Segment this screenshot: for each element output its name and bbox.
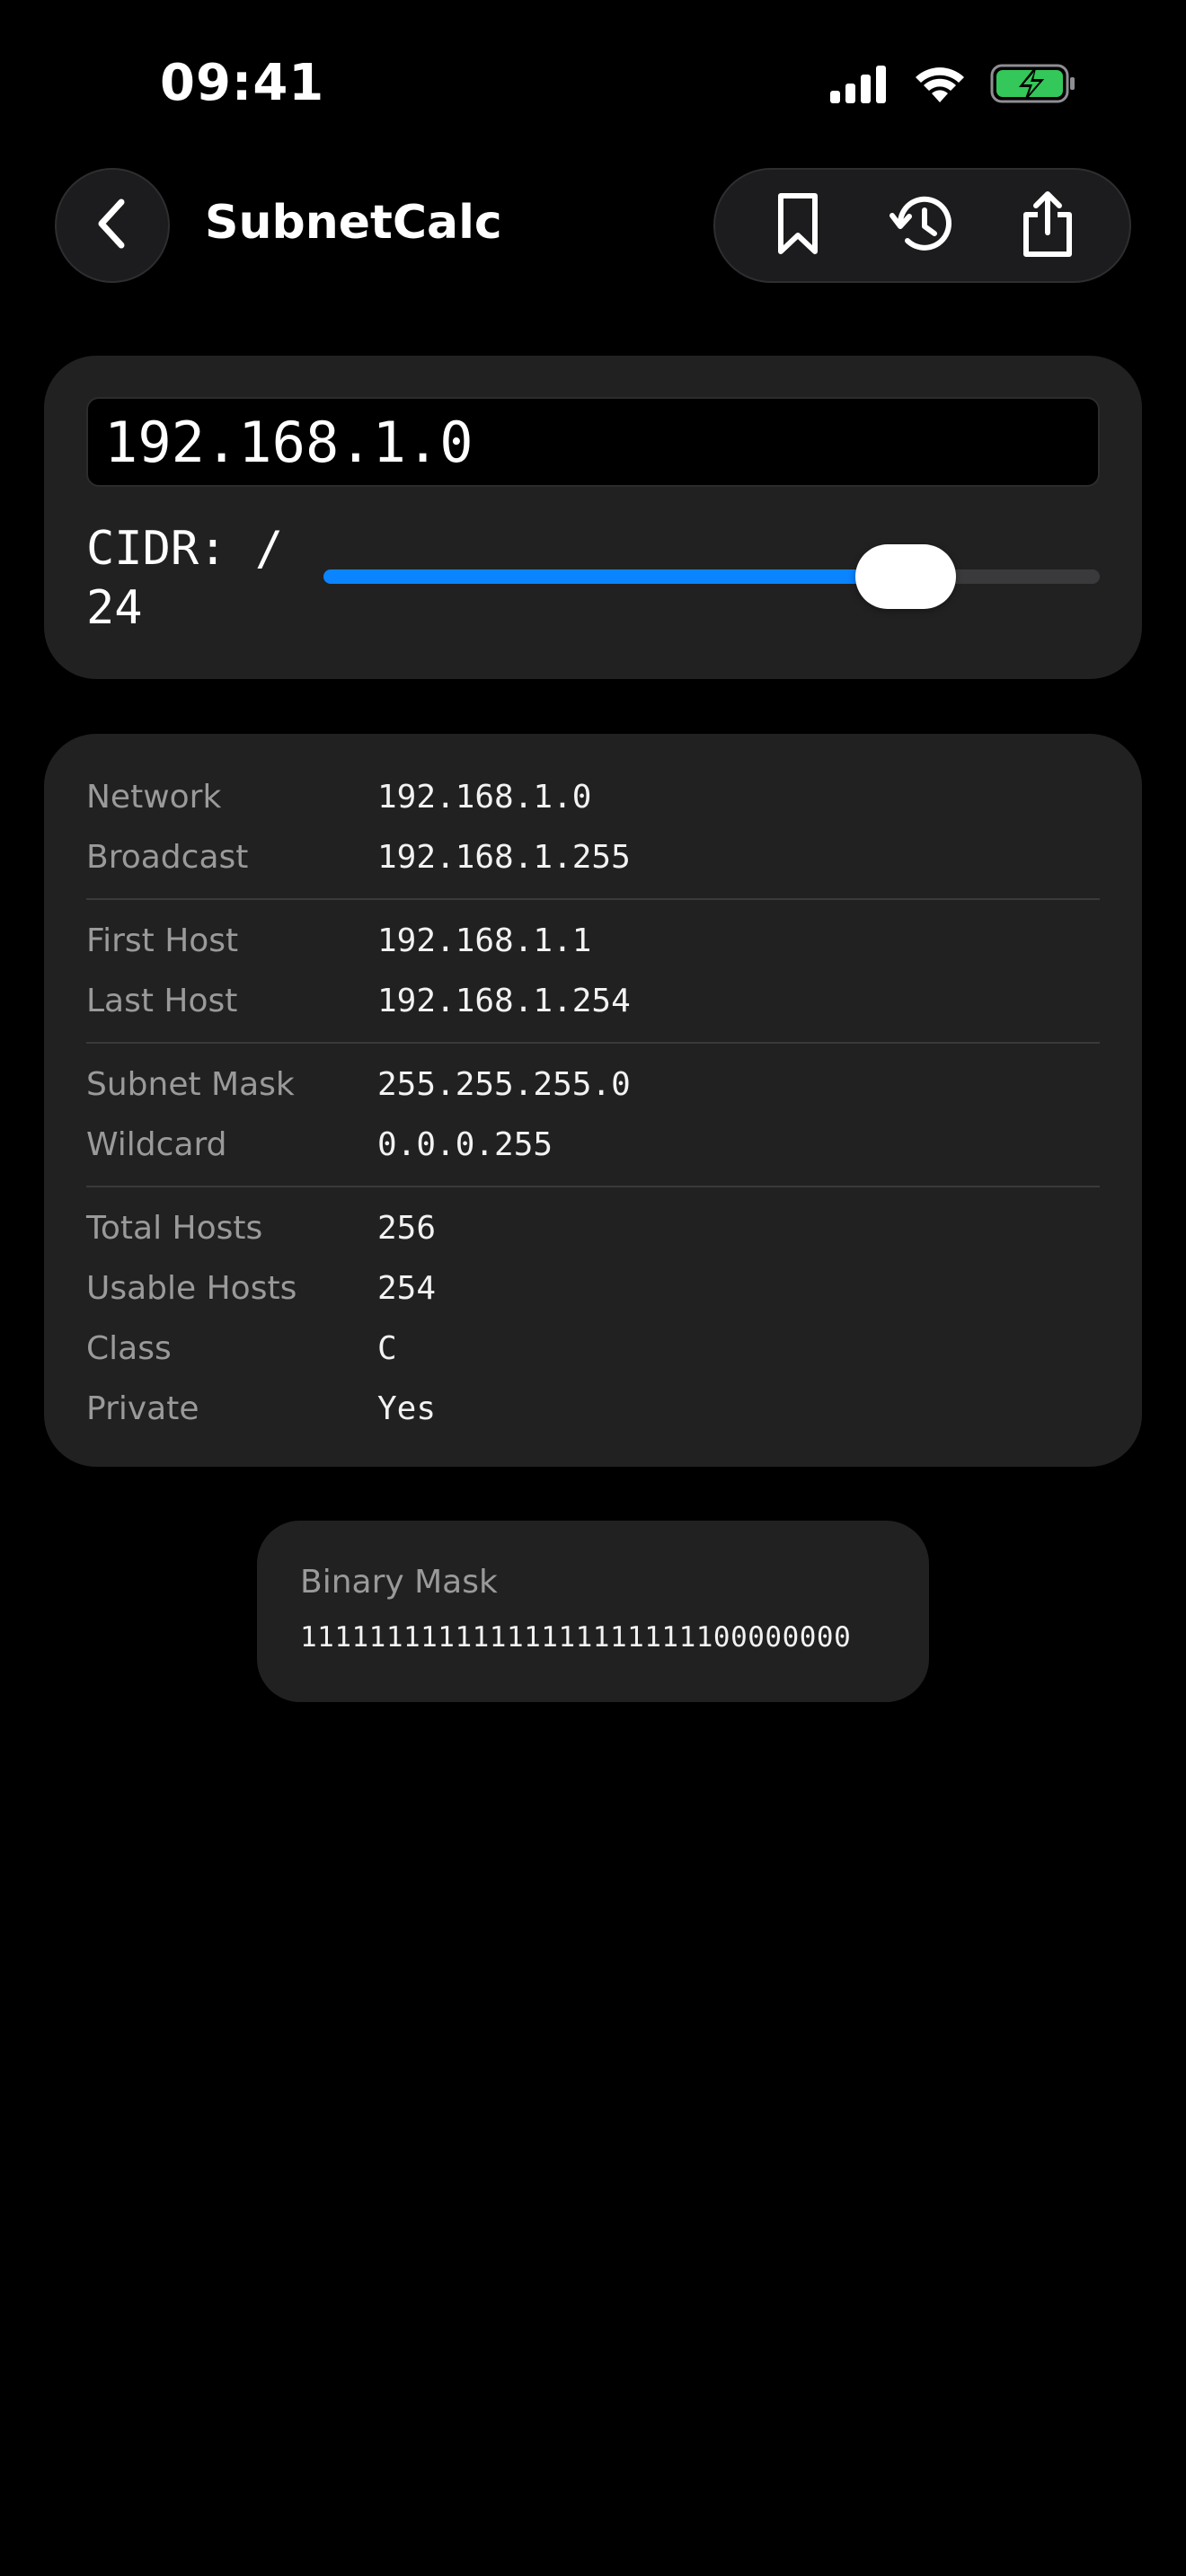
- divider: [86, 898, 1100, 900]
- binary-mask-value: 11111111111111111111111100000000: [300, 1621, 852, 1654]
- result-row-private: Private Yes: [86, 1379, 1100, 1439]
- subnet-mask-value: 255.255.255.0: [377, 1066, 631, 1103]
- wifi-icon: [913, 63, 967, 109]
- nav-actions-group: [713, 168, 1131, 283]
- broadcast-value: 192.168.1.255: [377, 839, 631, 876]
- result-row-total-hosts: Total Hosts 256: [86, 1198, 1100, 1258]
- class-value: C: [377, 1330, 397, 1367]
- share-button[interactable]: [998, 176, 1097, 275]
- results-list: Network 192.168.1.0 Broadcast 192.168.1.…: [86, 767, 1100, 1439]
- ip-address-input[interactable]: [86, 397, 1100, 487]
- binary-mask-card: Binary Mask 1111111111111111111111110000…: [257, 1521, 929, 1702]
- results-card: Network 192.168.1.0 Broadcast 192.168.1.…: [44, 734, 1142, 1467]
- private-value: Yes: [377, 1390, 437, 1427]
- usable-hosts-value: 254: [377, 1270, 437, 1307]
- slider-thumb[interactable]: [855, 544, 956, 609]
- result-row-subnet-mask: Subnet Mask 255.255.255.0: [86, 1054, 1100, 1115]
- last-host-value: 192.168.1.254: [377, 983, 631, 1019]
- result-row-usable-hosts: Usable Hosts 254: [86, 1258, 1100, 1319]
- private-label: Private: [86, 1390, 199, 1427]
- result-row-broadcast: Broadcast 192.168.1.255: [86, 827, 1100, 887]
- total-hosts-label: Total Hosts: [86, 1210, 263, 1247]
- slider-fill: [323, 569, 906, 584]
- result-row-first-host: First Host 192.168.1.1: [86, 911, 1100, 971]
- back-button[interactable]: [55, 168, 170, 283]
- result-row-last-host: Last Host 192.168.1.254: [86, 971, 1100, 1031]
- bookmark-icon: [775, 192, 820, 260]
- result-row-wildcard: Wildcard 0.0.0.255: [86, 1115, 1100, 1175]
- network-label: Network: [86, 779, 222, 816]
- chevron-left-icon: [94, 197, 130, 255]
- cellular-signal-icon: [828, 64, 890, 108]
- divider: [86, 1186, 1100, 1187]
- history-icon: [889, 190, 956, 261]
- result-row-class: Class C: [86, 1319, 1100, 1379]
- share-icon: [1021, 190, 1075, 262]
- input-card: CIDR: / 24: [44, 356, 1142, 679]
- status-icons: [828, 63, 1076, 109]
- bookmark-button[interactable]: [748, 176, 847, 275]
- class-label: Class: [86, 1330, 172, 1367]
- usable-hosts-label: Usable Hosts: [86, 1270, 297, 1307]
- battery-charging-icon: [990, 63, 1076, 109]
- binary-mask-label: Binary Mask: [300, 1564, 498, 1601]
- first-host-label: First Host: [86, 922, 239, 959]
- page-title: SubnetCalc: [205, 196, 502, 250]
- network-value: 192.168.1.0: [377, 779, 592, 816]
- cidr-label: CIDR: / 24: [86, 522, 284, 635]
- total-hosts-value: 256: [377, 1210, 437, 1247]
- cidr-slider[interactable]: [323, 544, 1100, 609]
- history-button[interactable]: [873, 176, 972, 275]
- broadcast-label: Broadcast: [86, 839, 249, 876]
- status-time: 09:41: [160, 54, 325, 112]
- wildcard-label: Wildcard: [86, 1126, 227, 1163]
- subnet-mask-label: Subnet Mask: [86, 1066, 295, 1103]
- first-host-value: 192.168.1.1: [377, 922, 592, 959]
- result-row-network: Network 192.168.1.0: [86, 767, 1100, 827]
- divider: [86, 1042, 1100, 1044]
- last-host-label: Last Host: [86, 983, 238, 1019]
- wildcard-value: 0.0.0.255: [377, 1126, 553, 1163]
